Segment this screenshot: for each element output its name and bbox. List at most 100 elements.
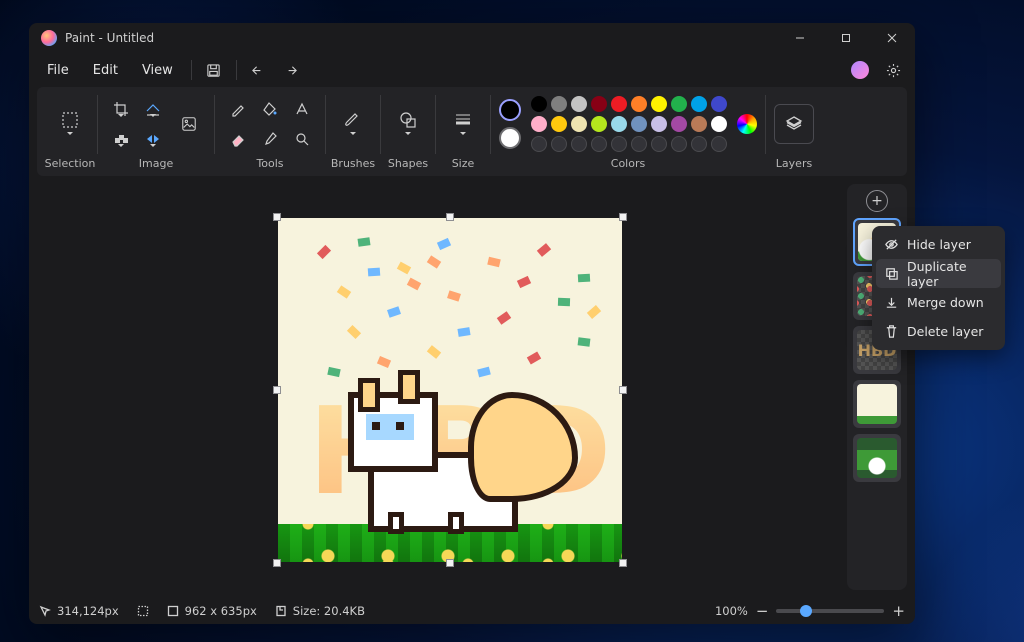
ctx-delete-layer[interactable]: Delete layer <box>876 317 1001 346</box>
app-icon <box>41 30 57 46</box>
menu-edit[interactable]: Edit <box>83 59 128 82</box>
palette-swatch[interactable] <box>551 116 567 132</box>
group-layers: Layers <box>766 93 822 174</box>
add-layer-button[interactable]: + <box>866 190 888 212</box>
resize-handle[interactable] <box>273 386 281 394</box>
palette-swatch-empty[interactable] <box>551 136 567 152</box>
paint-app-window: Paint - Untitled File Edit View <box>29 23 915 624</box>
menubar: File Edit View <box>29 53 915 87</box>
eraser-tool[interactable] <box>223 125 253 153</box>
menu-file[interactable]: File <box>37 59 79 82</box>
pencil-tool[interactable] <box>223 95 253 123</box>
group-selection: Selection <box>43 93 97 174</box>
palette-swatch[interactable] <box>671 116 687 132</box>
fill-tool[interactable] <box>255 95 285 123</box>
palette-swatch[interactable] <box>651 96 667 112</box>
select-tool[interactable] <box>51 102 89 146</box>
palette-swatch[interactable] <box>611 96 627 112</box>
window-title: Paint - Untitled <box>65 31 154 45</box>
ctx-hide-layer[interactable]: Hide layer <box>876 230 1001 259</box>
group-image: Image <box>98 93 214 174</box>
palette-swatch-empty[interactable] <box>611 136 627 152</box>
resize-handle[interactable] <box>273 213 281 221</box>
user-avatar[interactable] <box>851 61 869 79</box>
resize-handle[interactable] <box>619 559 627 567</box>
canvas-area[interactable]: HBD <box>29 176 847 598</box>
group-label-image: Image <box>139 155 173 174</box>
palette-swatch-empty[interactable] <box>651 136 667 152</box>
palette-swatch[interactable] <box>531 116 547 132</box>
palette-swatch[interactable] <box>611 116 627 132</box>
group-label-layers: Layers <box>776 155 812 174</box>
status-cursor-position: 314,124px <box>39 604 119 618</box>
image-ai-tool[interactable] <box>172 107 206 141</box>
crop-tool[interactable] <box>106 95 136 123</box>
layer-thumb-5[interactable] <box>853 434 901 482</box>
edit-colors-button[interactable] <box>737 114 757 134</box>
palette-swatch[interactable] <box>531 96 547 112</box>
palette-swatch[interactable] <box>651 116 667 132</box>
resize-handle[interactable] <box>619 386 627 394</box>
status-canvas-size: 962 x 635px <box>167 604 257 618</box>
resize-handle[interactable] <box>446 213 454 221</box>
status-selection-size <box>137 605 149 617</box>
palette-swatch-empty[interactable] <box>631 136 647 152</box>
group-label-colors: Colors <box>611 155 645 174</box>
color-picker-tool[interactable] <box>255 125 285 153</box>
line-size-tool[interactable] <box>444 102 482 146</box>
palette-swatch-empty[interactable] <box>711 136 727 152</box>
layer-thumb-4[interactable] <box>853 380 901 428</box>
group-label-selection: Selection <box>45 155 96 174</box>
resize-handle[interactable] <box>446 559 454 567</box>
palette-swatch-empty[interactable] <box>531 136 547 152</box>
ctx-merge-down[interactable]: Merge down <box>876 288 1001 317</box>
rotate-tool[interactable] <box>106 125 136 153</box>
palette-swatch[interactable] <box>671 96 687 112</box>
art-fox <box>338 332 568 532</box>
palette-swatch[interactable] <box>691 116 707 132</box>
palette-swatch[interactable] <box>631 116 647 132</box>
palette-swatch[interactable] <box>571 116 587 132</box>
redo-button[interactable] <box>277 56 305 84</box>
zoom-in-button[interactable]: + <box>892 602 905 620</box>
close-button[interactable] <box>869 23 915 53</box>
palette-swatch[interactable] <box>711 116 727 132</box>
undo-button[interactable] <box>245 56 273 84</box>
group-colors: Colors <box>491 93 765 174</box>
palette-swatch-empty[interactable] <box>691 136 707 152</box>
flip-tool[interactable] <box>138 125 168 153</box>
palette-swatch[interactable] <box>551 96 567 112</box>
palette-swatch-empty[interactable] <box>591 136 607 152</box>
color-secondary[interactable] <box>499 127 521 149</box>
zoom-slider[interactable] <box>776 609 884 613</box>
canvas[interactable]: HBD <box>278 218 622 562</box>
menu-view[interactable]: View <box>132 59 183 82</box>
settings-button[interactable] <box>879 56 907 84</box>
palette-swatch[interactable] <box>591 116 607 132</box>
toggle-layers-panel[interactable] <box>774 104 814 144</box>
palette-swatch-empty[interactable] <box>571 136 587 152</box>
brushes-tool[interactable] <box>334 102 372 146</box>
color-primary[interactable] <box>499 99 521 121</box>
palette-swatch[interactable] <box>631 96 647 112</box>
magnifier-tool[interactable] <box>287 125 317 153</box>
text-tool[interactable] <box>287 95 317 123</box>
group-label-size: Size <box>452 155 475 174</box>
group-label-shapes: Shapes <box>388 155 428 174</box>
zoom-percent: 100% <box>715 604 748 618</box>
shapes-tool[interactable] <box>389 102 427 146</box>
palette-swatch[interactable] <box>591 96 607 112</box>
palette-swatch-empty[interactable] <box>671 136 687 152</box>
palette-swatch[interactable] <box>691 96 707 112</box>
resize-handle[interactable] <box>273 559 281 567</box>
resize-handle[interactable] <box>619 213 627 221</box>
palette-swatch[interactable] <box>571 96 587 112</box>
palette-swatch[interactable] <box>711 96 727 112</box>
maximize-button[interactable] <box>823 23 869 53</box>
resize-tool[interactable] <box>138 95 168 123</box>
minimize-button[interactable] <box>777 23 823 53</box>
save-button[interactable] <box>200 56 228 84</box>
ctx-duplicate-layer[interactable]: Duplicate layer <box>876 259 1001 288</box>
group-size: Size <box>436 93 490 174</box>
zoom-out-button[interactable]: − <box>756 602 769 620</box>
